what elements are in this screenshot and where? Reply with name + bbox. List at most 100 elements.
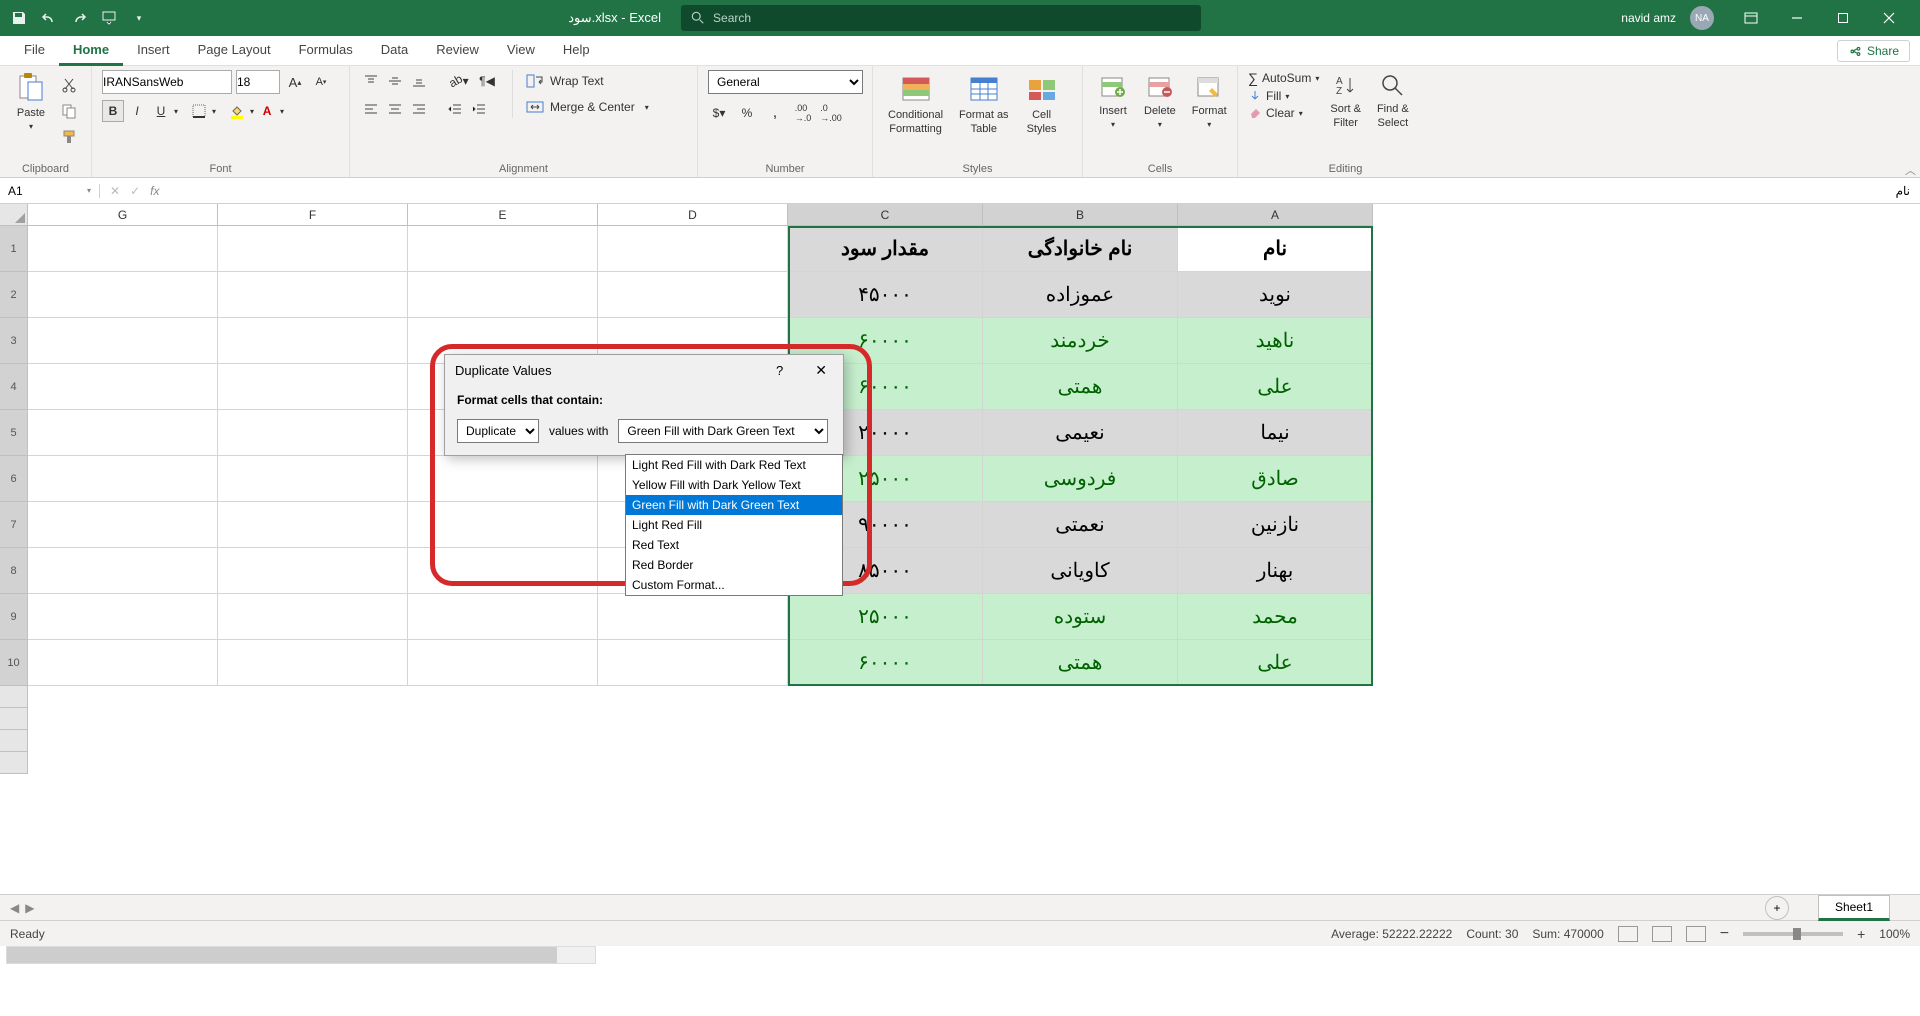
align-bottom-icon[interactable]: [408, 70, 430, 92]
cell-D10[interactable]: [598, 640, 788, 686]
col-header-C[interactable]: C: [788, 204, 983, 226]
dropdown-option[interactable]: Red Border: [626, 555, 842, 575]
orientation-icon[interactable]: ab▾: [444, 70, 474, 92]
cell-F3[interactable]: [218, 318, 408, 364]
user-avatar[interactable]: NA: [1690, 6, 1714, 30]
cell-B8[interactable]: کاویانی: [983, 548, 1178, 594]
cell-A3[interactable]: ناهید: [1178, 318, 1373, 364]
cell-B10[interactable]: همتی: [983, 640, 1178, 686]
row-header-7[interactable]: 7: [0, 502, 28, 548]
cell-B5[interactable]: نعیمی: [983, 410, 1178, 456]
font-size-select[interactable]: [236, 70, 280, 94]
select-all-corner[interactable]: [0, 204, 28, 226]
bold-button[interactable]: B: [102, 100, 124, 122]
cell-E9[interactable]: [408, 594, 598, 640]
cell-G5[interactable]: [28, 410, 218, 456]
view-page-break-icon[interactable]: [1686, 926, 1706, 942]
cell-A6[interactable]: صادق: [1178, 456, 1373, 502]
row-header-1[interactable]: 1: [0, 226, 28, 272]
cancel-formula-icon[interactable]: ✕: [110, 184, 120, 198]
percent-icon[interactable]: %: [736, 102, 758, 124]
find-select-button[interactable]: Find & Select: [1372, 70, 1414, 133]
cell-A2[interactable]: نوید: [1178, 272, 1373, 318]
ribbon-tab-view[interactable]: View: [493, 36, 549, 66]
redo-icon[interactable]: [70, 9, 88, 27]
row-header-6[interactable]: 6: [0, 456, 28, 502]
dropdown-option[interactable]: Light Red Fill: [626, 515, 842, 535]
view-normal-icon[interactable]: [1618, 926, 1638, 942]
close-button[interactable]: [1866, 0, 1912, 36]
insert-cells-button[interactable]: Insert▾: [1093, 70, 1133, 131]
cell-A10[interactable]: علی: [1178, 640, 1373, 686]
zoom-in-button[interactable]: +: [1857, 926, 1865, 942]
cell-B2[interactable]: عموزاده: [983, 272, 1178, 318]
cell-A7[interactable]: نازنین: [1178, 502, 1373, 548]
cell-E10[interactable]: [408, 640, 598, 686]
align-right-icon[interactable]: [408, 98, 430, 120]
col-header-D[interactable]: D: [598, 204, 788, 226]
cell-F9[interactable]: [218, 594, 408, 640]
cell-G1[interactable]: [28, 226, 218, 272]
dropdown-option[interactable]: Green Fill with Dark Green Text: [626, 495, 842, 515]
cell-A8[interactable]: بهنار: [1178, 548, 1373, 594]
align-middle-icon[interactable]: [384, 70, 406, 92]
name-box[interactable]: A1 ▾: [0, 184, 100, 198]
col-header-A[interactable]: A: [1178, 204, 1373, 226]
font-family-select[interactable]: [102, 70, 232, 94]
cell-C1[interactable]: مقدار سود: [788, 226, 983, 272]
decrease-font-icon[interactable]: A▾: [310, 71, 332, 93]
border-button[interactable]: [188, 100, 210, 122]
cell-F8[interactable]: [218, 548, 408, 594]
align-left-icon[interactable]: [360, 98, 382, 120]
format-style-dropdown[interactable]: Light Red Fill with Dark Red TextYellow …: [625, 454, 843, 596]
delete-cells-button[interactable]: Delete▾: [1139, 70, 1181, 131]
ribbon-tab-help[interactable]: Help: [549, 36, 604, 66]
cell-D1[interactable]: [598, 226, 788, 272]
cell-E6[interactable]: [408, 456, 598, 502]
conditional-formatting-button[interactable]: Conditional Formatting: [883, 70, 948, 139]
row-header-8[interactable]: 8: [0, 548, 28, 594]
row-header-10[interactable]: 10: [0, 640, 28, 686]
row-header-3[interactable]: 3: [0, 318, 28, 364]
row-header-2[interactable]: 2: [0, 272, 28, 318]
cell-C2[interactable]: ۴۵۰۰۰: [788, 272, 983, 318]
zoom-slider[interactable]: [1743, 932, 1843, 936]
col-header-F[interactable]: F: [218, 204, 408, 226]
cell-B3[interactable]: خردمند: [983, 318, 1178, 364]
cell-F6[interactable]: [218, 456, 408, 502]
font-color-button[interactable]: A: [256, 100, 278, 122]
dialog-close-button[interactable]: ✕: [809, 360, 833, 381]
fill-color-button[interactable]: [226, 100, 248, 122]
cell-A1[interactable]: نام: [1178, 226, 1373, 272]
add-sheet-button[interactable]: +: [1765, 896, 1789, 920]
cell-G8[interactable]: [28, 548, 218, 594]
duplicate-type-select[interactable]: Duplicate: [457, 419, 539, 443]
comma-icon[interactable]: ,: [764, 102, 786, 124]
wrap-text-button[interactable]: Wrap Text: [523, 70, 652, 92]
horizontal-scrollbar[interactable]: [6, 946, 596, 964]
format-style-select[interactable]: Green Fill with Dark Green Text: [618, 419, 828, 443]
italic-button[interactable]: I: [126, 100, 148, 122]
cell-G9[interactable]: [28, 594, 218, 640]
ribbon-tab-data[interactable]: Data: [367, 36, 422, 66]
fx-icon[interactable]: fx: [150, 184, 159, 198]
align-center-icon[interactable]: [384, 98, 406, 120]
undo-icon[interactable]: [40, 9, 58, 27]
merge-center-button[interactable]: Merge & Center▾: [523, 96, 652, 118]
cell-A4[interactable]: علی: [1178, 364, 1373, 410]
cell-G2[interactable]: [28, 272, 218, 318]
dialog-help-button[interactable]: ?: [770, 361, 789, 380]
cell-B6[interactable]: فردوسی: [983, 456, 1178, 502]
increase-decimal-icon[interactable]: .00→.0: [792, 102, 814, 124]
sheet-nav-last-icon[interactable]: ▶: [25, 901, 34, 915]
rtl-icon[interactable]: ¶◀: [476, 70, 498, 92]
ribbon-tab-file[interactable]: File: [10, 36, 59, 66]
fill-button[interactable]: Fill▾: [1248, 89, 1319, 103]
cell-A5[interactable]: نیما: [1178, 410, 1373, 456]
sheet-nav-first-icon[interactable]: ◀: [10, 901, 19, 915]
cell-B1[interactable]: نام خانوادگی: [983, 226, 1178, 272]
sort-filter-button[interactable]: AZ Sort & Filter: [1325, 70, 1366, 133]
col-header-G[interactable]: G: [28, 204, 218, 226]
ribbon-tab-review[interactable]: Review: [422, 36, 493, 66]
cell-C9[interactable]: ۲۵۰۰۰: [788, 594, 983, 640]
